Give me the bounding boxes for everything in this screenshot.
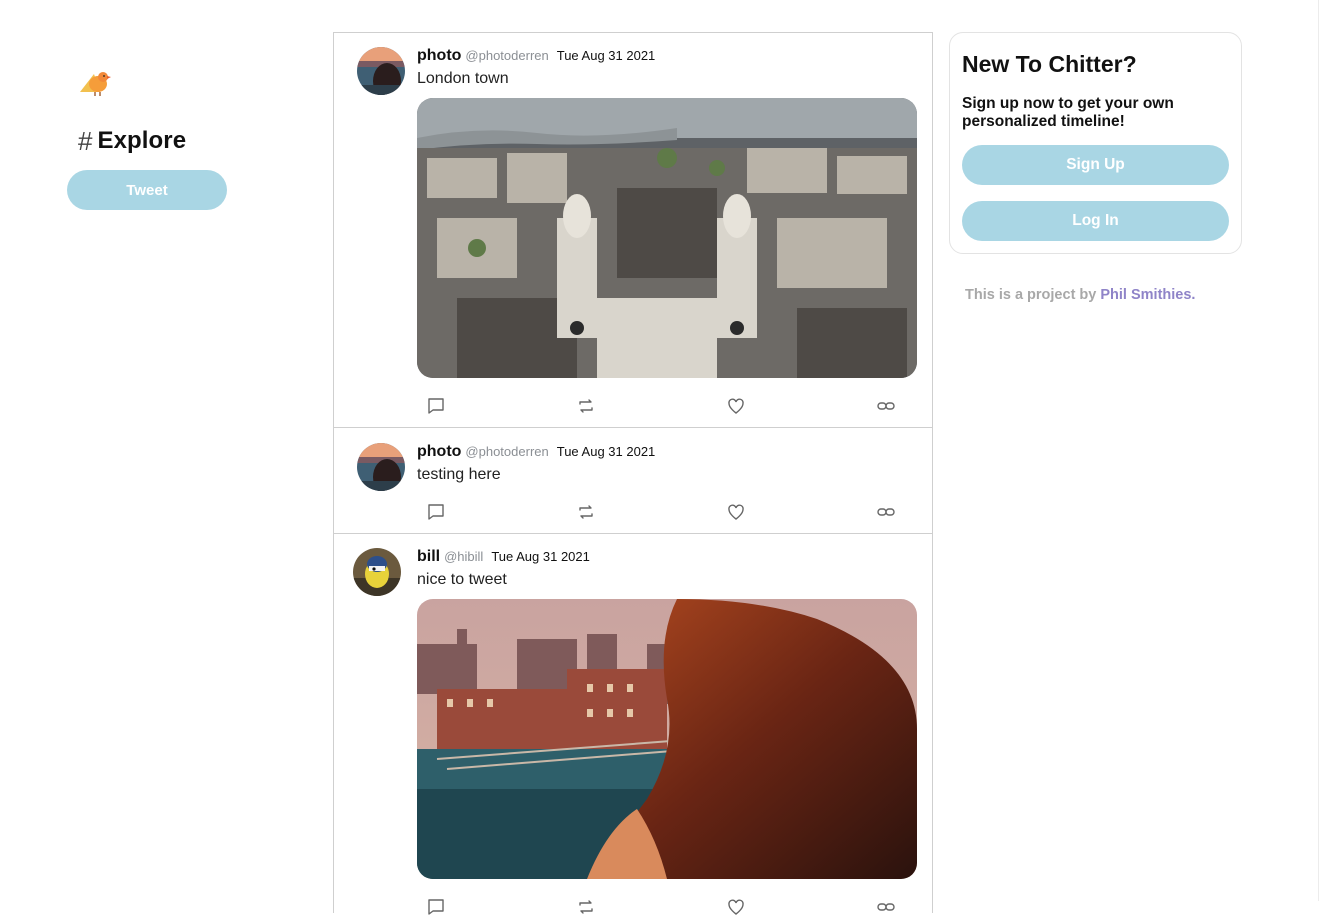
- bird-logo-icon[interactable]: [76, 66, 112, 98]
- tweet-media-image[interactable]: [417, 599, 917, 879]
- nav-explore[interactable]: # Explore: [78, 124, 186, 158]
- reply-icon[interactable]: [424, 394, 448, 418]
- like-icon[interactable]: [724, 500, 748, 524]
- author-link[interactable]: Phil Smithies.: [1100, 287, 1195, 303]
- nav-explore-label: Explore: [97, 127, 187, 154]
- user-avatar[interactable]: [357, 47, 405, 95]
- tweet-text: nice to tweet: [417, 571, 507, 588]
- user-name[interactable]: bill: [417, 548, 440, 566]
- user-handle[interactable]: @photoderren: [465, 48, 548, 63]
- tweet-item: photo @photoderren Tue Aug 31 2021 Londo…: [334, 33, 932, 428]
- tweet-text: testing here: [417, 466, 501, 483]
- signup-card: New To Chitter? Sign up now to get your …: [949, 32, 1242, 254]
- tweet-media-image[interactable]: [417, 98, 917, 378]
- timeline-feed: photo @photoderren Tue Aug 31 2021 Londo…: [333, 32, 933, 915]
- user-name[interactable]: photo: [417, 47, 461, 65]
- footer-note: This is a project by Phil Smithies.: [965, 287, 1195, 303]
- tweet-date: Tue Aug 31 2021: [491, 549, 590, 564]
- footer-prefix: This is a project by: [965, 287, 1097, 303]
- like-icon[interactable]: [724, 394, 748, 418]
- link-icon[interactable]: [874, 394, 898, 418]
- tweet-text: London town: [417, 70, 509, 87]
- signup-subtitle: Sign up now to get your own personalized…: [962, 95, 1174, 130]
- tweet-item: bill @hibill Tue Aug 31 2021 nice to twe…: [334, 534, 932, 915]
- reply-icon[interactable]: [424, 500, 448, 524]
- tweet-item: photo @photoderren Tue Aug 31 2021 testi…: [334, 428, 932, 534]
- log-in-button[interactable]: Log In: [962, 201, 1229, 241]
- like-icon[interactable]: [724, 895, 748, 919]
- link-icon[interactable]: [874, 895, 898, 919]
- reply-icon[interactable]: [424, 895, 448, 919]
- user-avatar[interactable]: [353, 548, 401, 596]
- hashtag-icon: #: [78, 125, 93, 156]
- tweet-date: Tue Aug 31 2021: [556, 444, 656, 459]
- retweet-icon[interactable]: [574, 895, 598, 919]
- sign-up-button[interactable]: Sign Up: [962, 145, 1229, 185]
- retweet-icon[interactable]: [574, 500, 598, 524]
- tweet-button[interactable]: Tweet: [67, 170, 227, 210]
- user-handle[interactable]: @hibill: [444, 549, 483, 564]
- page-edge: [1318, 0, 1319, 901]
- tweet-date: Tue Aug 31 2021: [556, 48, 656, 63]
- user-name[interactable]: photo: [417, 443, 461, 461]
- user-handle[interactable]: @photoderren: [465, 444, 548, 459]
- retweet-icon[interactable]: [574, 394, 598, 418]
- user-avatar[interactable]: [357, 443, 405, 491]
- signup-title: New To Chitter?: [962, 51, 1137, 77]
- link-icon[interactable]: [874, 500, 898, 524]
